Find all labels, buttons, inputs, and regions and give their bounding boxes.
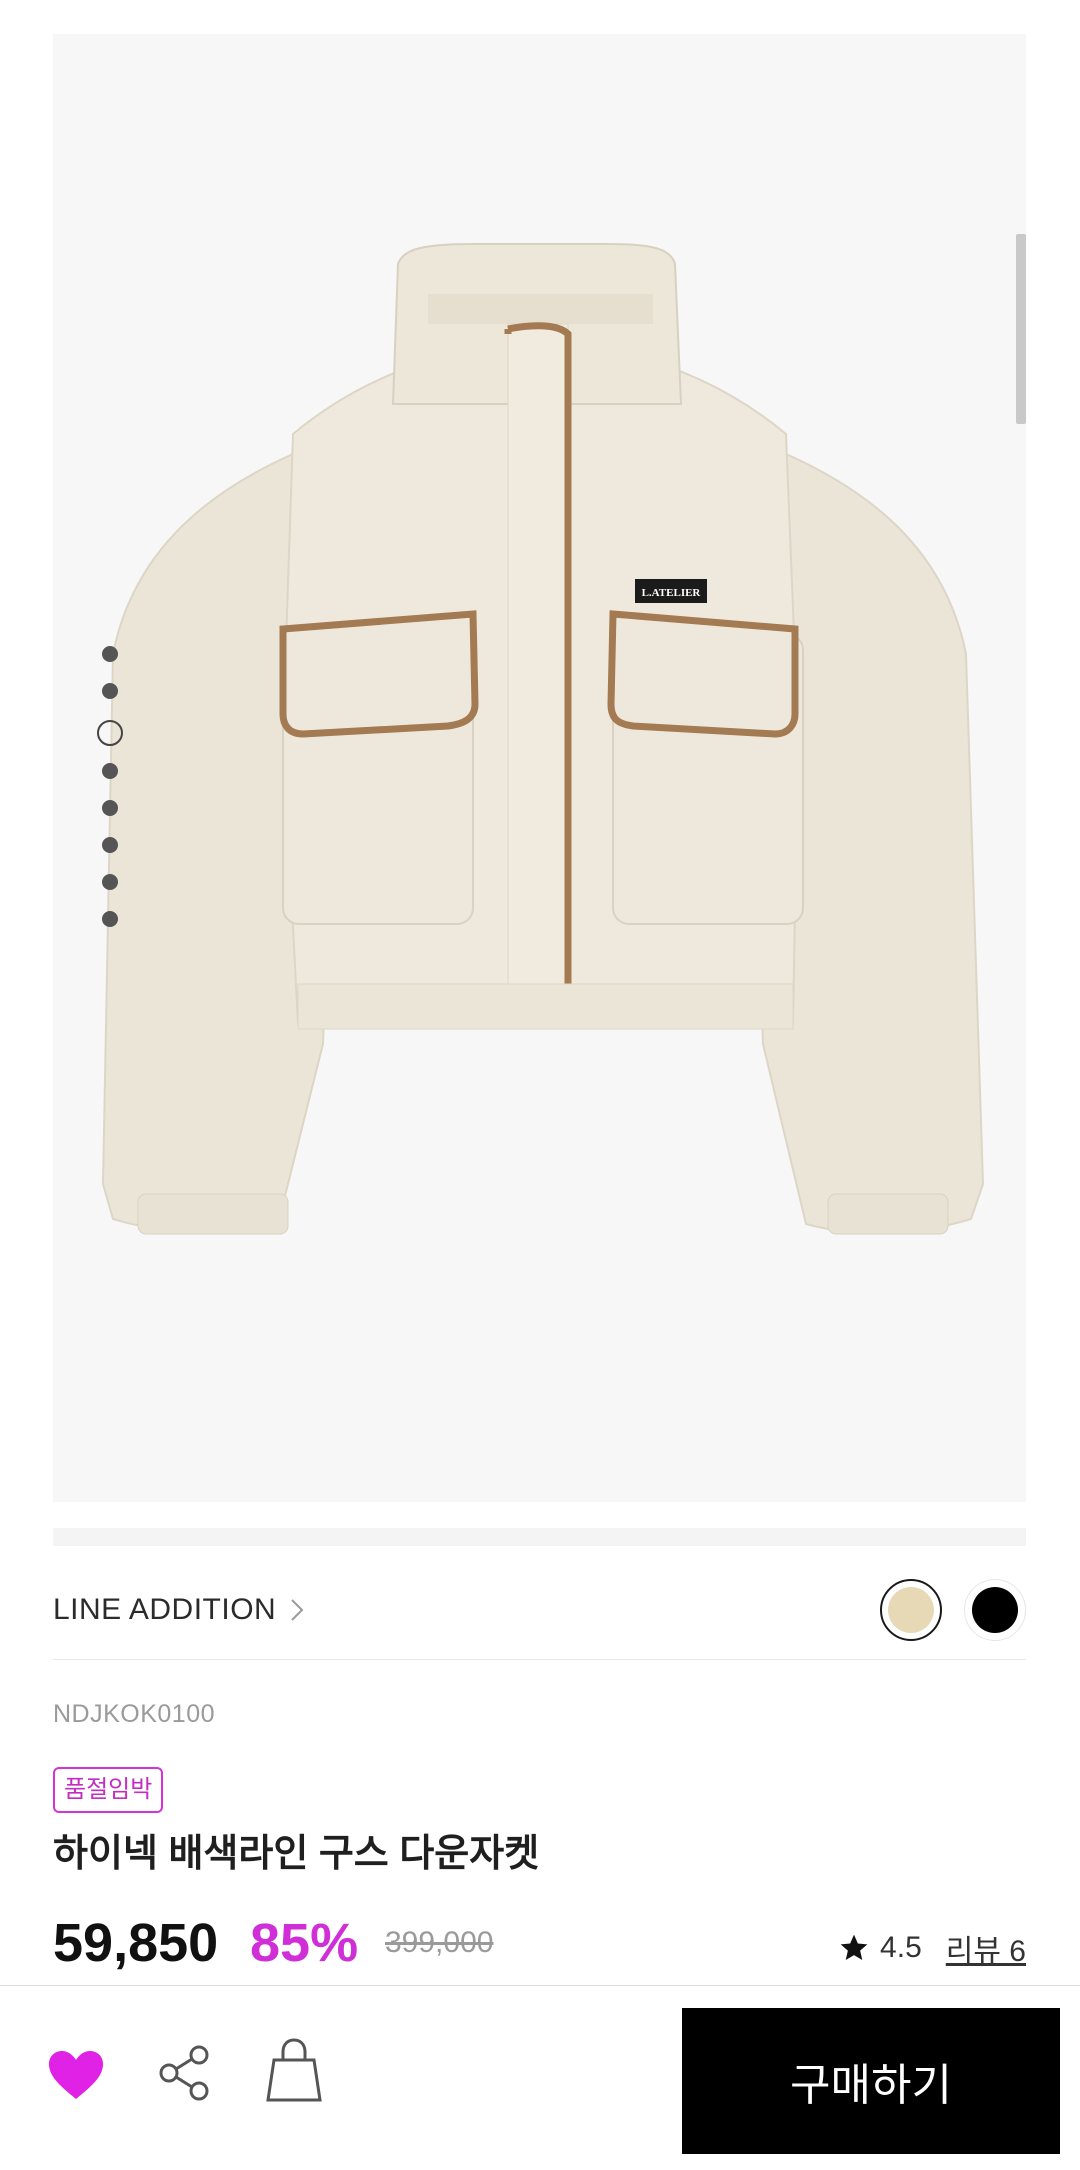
shopping-bag-icon[interactable] — [266, 2038, 322, 2102]
gallery-scrollbar[interactable] — [1016, 234, 1026, 424]
original-price: 399,000 — [385, 1926, 494, 1959]
rating-summary: 4.5 리뷰 6 — [838, 1926, 1026, 1970]
line-addition-link[interactable]: LINE ADDITION — [53, 1593, 304, 1627]
slide-dot-active[interactable] — [97, 720, 123, 746]
review-link[interactable]: 리뷰 6 — [946, 1926, 1026, 1970]
color-swatches — [880, 1578, 1026, 1641]
slide-dot[interactable] — [102, 800, 118, 816]
product-image: L.ATELIER — [101, 243, 985, 1235]
swatch-black[interactable] — [964, 1578, 1026, 1641]
product-sku: NDJKOK0100 — [53, 1700, 216, 1728]
slide-dot[interactable] — [102, 874, 118, 890]
share-icon[interactable] — [157, 2045, 213, 2101]
swatch-beige[interactable] — [880, 1578, 942, 1641]
gallery-divider — [53, 1528, 1026, 1546]
discount-rate: 85% — [250, 1913, 359, 1973]
swatch-beige-color — [888, 1586, 934, 1633]
product-detail-page: L.ATELIER LINE ADDITION NDJKOK0100 품절임박 … — [0, 0, 1080, 2170]
bottom-action-bar: 구매하기 — [0, 1985, 1080, 2170]
line-addition-row: LINE ADDITION — [53, 1560, 1026, 1660]
sale-price: 59,850 — [53, 1913, 219, 1973]
star-icon — [840, 1934, 868, 1960]
slide-dot[interactable] — [102, 837, 118, 853]
jacket-label: L.ATELIER — [642, 587, 702, 599]
slide-indicator — [97, 646, 123, 948]
slide-dot[interactable] — [102, 763, 118, 779]
buy-button[interactable]: 구매하기 — [682, 2008, 1060, 2154]
price-row: 59,850 85% 399,000 4.5 리뷰 6 — [53, 1912, 1026, 1982]
rating-value: 4.5 — [880, 1931, 922, 1964]
slide-dot[interactable] — [102, 683, 118, 699]
heart-icon[interactable] — [47, 2049, 105, 2101]
status-badge: 품절임박 — [53, 1767, 164, 1813]
line-addition-label: LINE ADDITION — [53, 1592, 277, 1626]
slide-dot[interactable] — [102, 646, 118, 662]
product-title: 하이넥 배색라인 구스 다운자켓 — [53, 1833, 540, 1875]
product-image-gallery[interactable]: L.ATELIER — [53, 34, 1026, 1502]
slide-dot[interactable] — [102, 911, 118, 927]
swatch-black-color — [972, 1586, 1018, 1633]
chevron-right-icon — [291, 1598, 304, 1621]
